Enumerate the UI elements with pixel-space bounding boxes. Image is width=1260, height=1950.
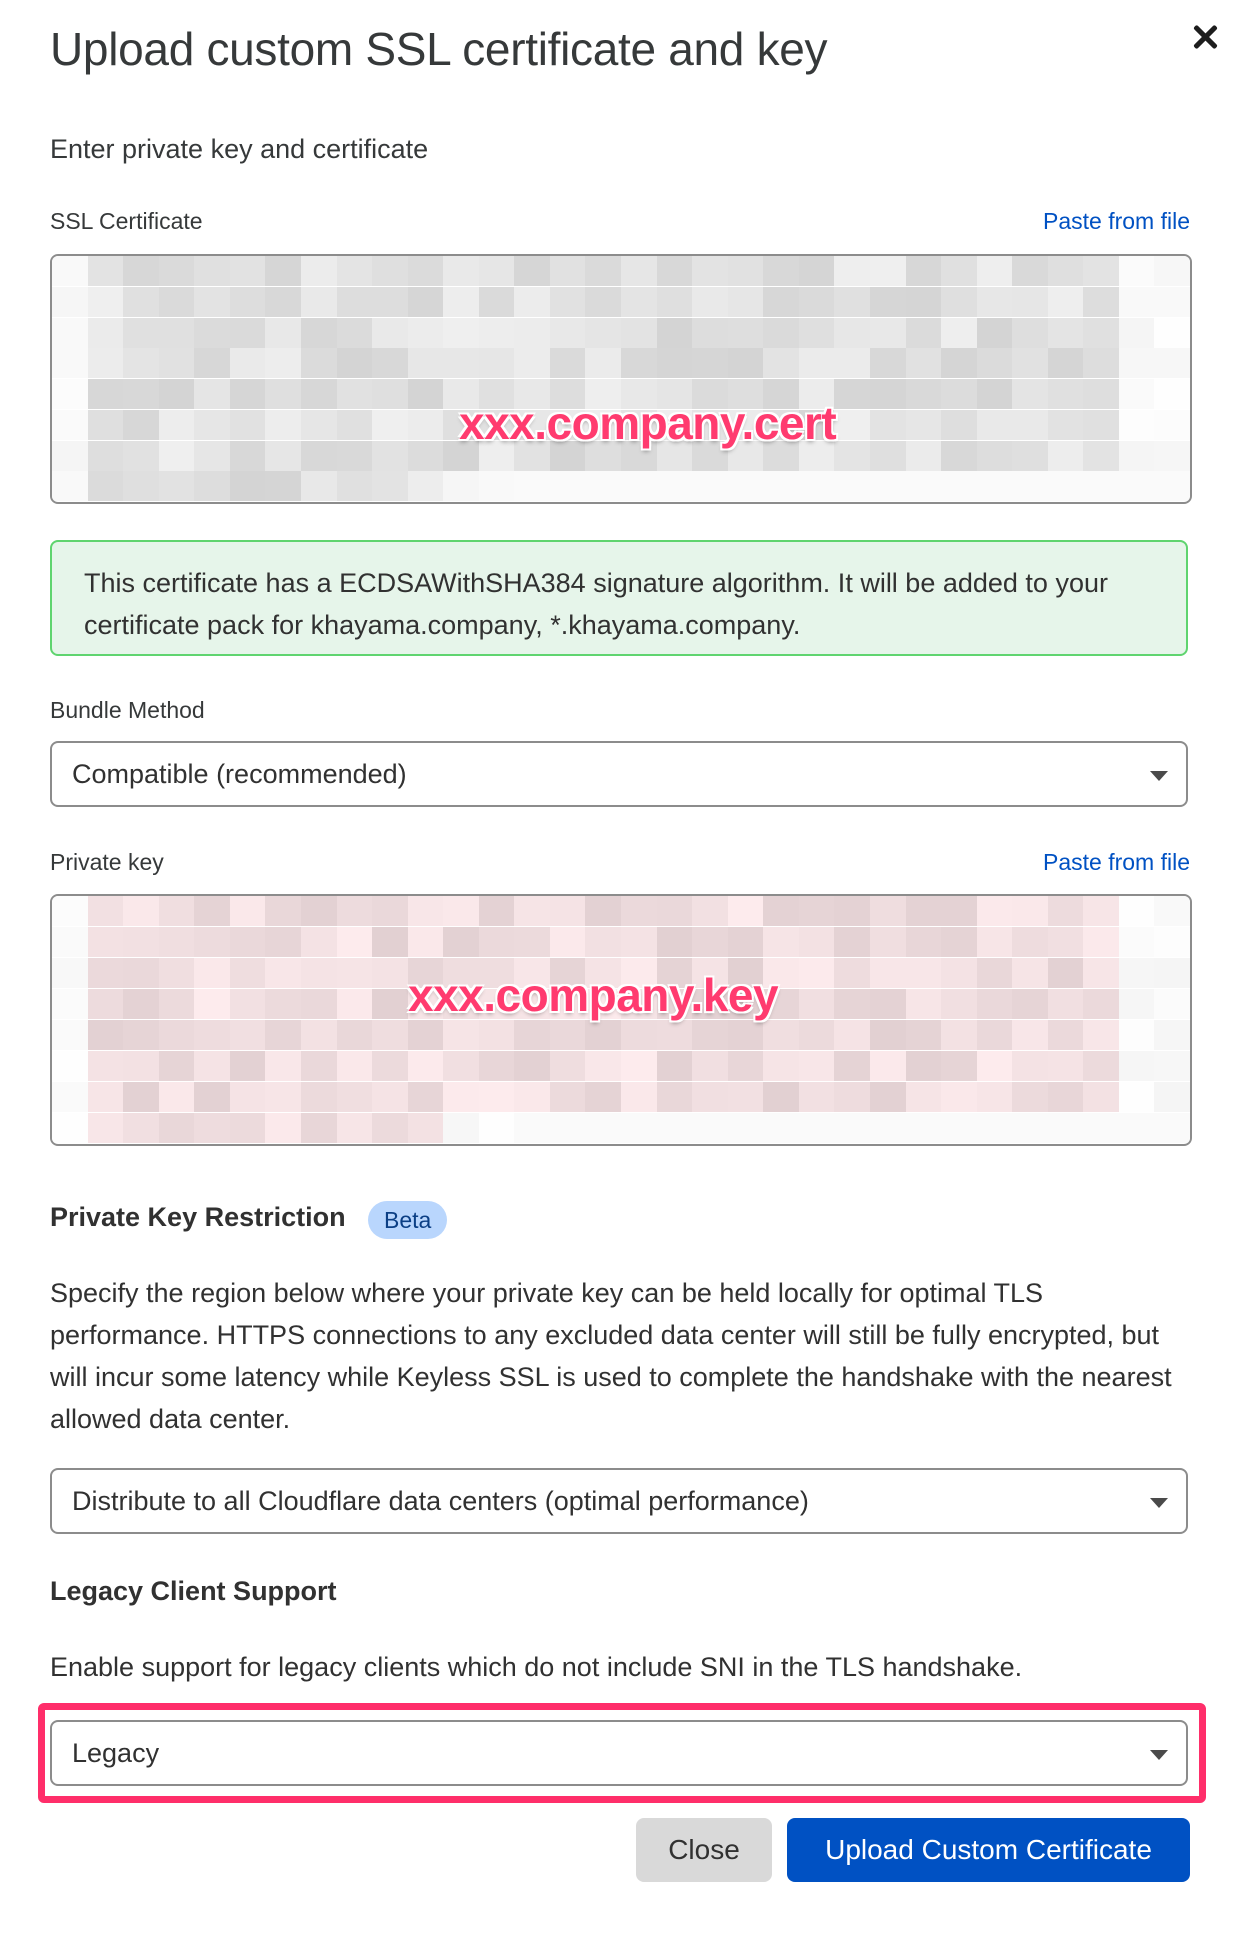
- dialog-subtitle: Enter private key and certificate: [50, 134, 429, 164]
- dialog-title: Upload custom SSL certificate and key: [50, 23, 828, 75]
- beta-badge: Beta: [368, 1201, 448, 1239]
- chevron-down-icon: [1150, 1750, 1168, 1760]
- key-restriction-value: Distribute to all Cloudflare data center…: [72, 1486, 809, 1516]
- certificate-redaction-label: xxx.company.cert: [459, 397, 837, 449]
- redacted-certificate-content: [52, 256, 1190, 502]
- chevron-down-icon: [1150, 1498, 1168, 1508]
- upload-custom-certificate-button[interactable]: Upload Custom Certificate: [787, 1818, 1190, 1882]
- chevron-down-icon: [1150, 771, 1168, 781]
- bundle-method-label: Bundle Method: [50, 697, 205, 723]
- legacy-client-support-select[interactable]: Legacy: [50, 1720, 1188, 1786]
- key-restriction-select[interactable]: Distribute to all Cloudflare data center…: [50, 1468, 1188, 1534]
- private-key-paste-link[interactable]: Paste from file: [1043, 849, 1190, 876]
- private-key-label: Private key: [50, 849, 164, 875]
- bundle-method-value: Compatible (recommended): [72, 759, 407, 789]
- ssl-certificate-label: SSL Certificate: [50, 208, 203, 234]
- legacy-client-support-description: Enable support for legacy clients which …: [50, 1652, 1023, 1682]
- private-key-redaction-label: xxx.company.key: [408, 969, 779, 1021]
- legacy-client-support-heading: Legacy Client Support: [50, 1576, 337, 1606]
- private-key-restriction-description: Specify the region below where your priv…: [50, 1278, 1172, 1434]
- bundle-method-select[interactable]: Compatible (recommended): [50, 741, 1188, 807]
- private-key-textarea[interactable]: xxx.company.key: [50, 894, 1192, 1146]
- ssl-certificate-paste-link[interactable]: Paste from file: [1043, 208, 1190, 235]
- upload-certificate-dialog: Upload custom SSL certificate and key En…: [0, 0, 1260, 1950]
- private-key-restriction-heading: Private Key Restriction: [50, 1202, 346, 1232]
- certificate-info-notice: This certificate has a ECDSAWithSHA384 s…: [50, 540, 1188, 656]
- close-icon[interactable]: [1185, 18, 1225, 58]
- close-button[interactable]: Close: [636, 1818, 772, 1882]
- legacy-client-support-value: Legacy: [72, 1738, 160, 1768]
- ssl-certificate-textarea[interactable]: xxx.company.cert: [50, 254, 1192, 504]
